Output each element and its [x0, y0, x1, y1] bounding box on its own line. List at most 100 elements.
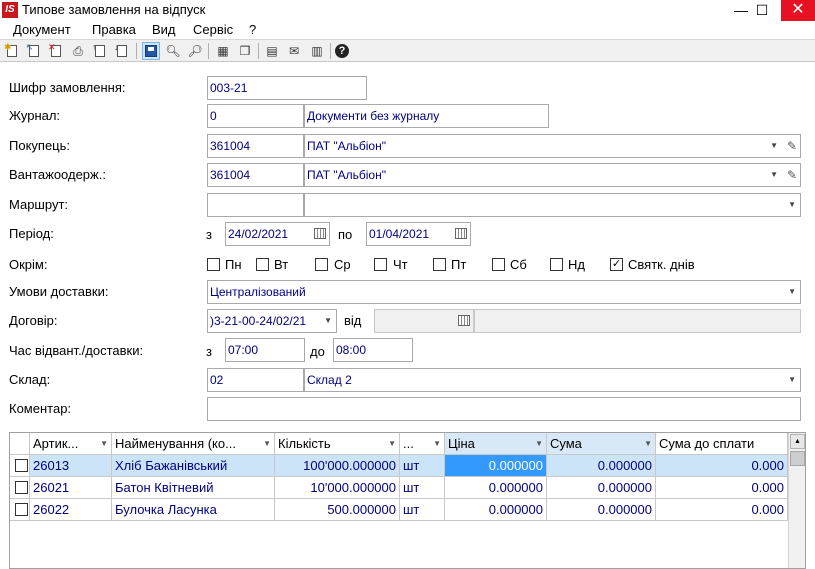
barcode-icon[interactable]: ▥	[308, 42, 326, 60]
cell-article[interactable]: 26013	[30, 455, 112, 477]
cell-name[interactable]: Батон Квітневий	[112, 477, 275, 499]
cell-price[interactable]: 0.000000	[445, 477, 547, 499]
checkbox-wed[interactable]	[315, 258, 328, 271]
header-to-pay[interactable]: Сума до сплати	[656, 433, 788, 455]
menu-view[interactable]: Вид	[152, 22, 176, 37]
warehouse-name-select[interactable]: Склад 2 ▼	[304, 368, 801, 392]
table-icon[interactable]: ▦	[214, 42, 232, 60]
cell-qty[interactable]: 100'000.000000	[275, 455, 400, 477]
cell-unit[interactable]: шт	[400, 477, 445, 499]
close-button[interactable]: ✕	[781, 0, 815, 21]
windows-icon[interactable]: ❐	[236, 42, 254, 60]
scroll-thumb[interactable]	[790, 451, 805, 466]
sort-icon[interactable]: ▼	[263, 433, 271, 454]
chevron-down-icon[interactable]: ▼	[788, 194, 796, 216]
find-next-icon[interactable]: 🔎︎	[186, 42, 204, 60]
contract-select[interactable]: )3-21-00-24/02/21 ▼	[207, 309, 337, 333]
header-article[interactable]: Артик... ▼	[30, 433, 112, 455]
checkbox-sun[interactable]	[550, 258, 563, 271]
menu-edit[interactable]: Правка	[92, 22, 136, 37]
row-checkbox[interactable]	[15, 481, 28, 494]
delivery-terms-select[interactable]: Централізований ▼	[207, 280, 801, 304]
cell-to-pay[interactable]: 0.000	[656, 455, 788, 477]
route-name-field[interactable]: ▼	[304, 193, 801, 217]
order-code-field[interactable]: 003-21	[207, 76, 367, 100]
cell-unit[interactable]: шт	[400, 455, 445, 477]
row-checkbox-cell[interactable]	[10, 477, 30, 499]
help-icon[interactable]: ?	[333, 42, 351, 60]
save-icon[interactable]	[142, 42, 160, 60]
copy-doc-icon[interactable]: ↖	[25, 42, 43, 60]
header-name[interactable]: Найменування (ко... ▼	[112, 433, 275, 455]
calculator-icon[interactable]: ▤	[263, 42, 281, 60]
journal-code-field[interactable]: 0	[207, 104, 304, 128]
header-price[interactable]: Ціна ▼	[445, 433, 547, 455]
cell-name[interactable]: Хліб Бажанівський	[112, 455, 275, 477]
pencil-icon[interactable]: ✎	[787, 135, 797, 157]
cell-unit[interactable]: шт	[400, 499, 445, 521]
row-checkbox-cell[interactable]	[10, 455, 30, 477]
mail-icon[interactable]: ✉	[285, 42, 303, 60]
maximize-button[interactable]: ☐	[748, 0, 776, 21]
cell-price[interactable]: 0.000000	[445, 455, 547, 477]
chevron-down-icon[interactable]: ▼	[788, 281, 796, 303]
header-unit[interactable]: ... ▼	[400, 433, 445, 455]
pencil-icon[interactable]: ✎	[787, 164, 797, 186]
export-doc-icon[interactable]: ↑	[91, 42, 109, 60]
checkbox-mon[interactable]	[207, 258, 220, 271]
route-code-field[interactable]	[207, 193, 304, 217]
comment-field[interactable]	[207, 397, 801, 421]
cell-to-pay[interactable]: 0.000	[656, 499, 788, 521]
buyer-name-field[interactable]: ПАТ "Альбіон" ▼ ✎	[304, 134, 801, 158]
warehouse-code-field[interactable]: 02	[207, 368, 304, 392]
cell-sum[interactable]: 0.000000	[547, 499, 656, 521]
chevron-down-icon[interactable]: ▼	[770, 135, 778, 157]
sort-icon[interactable]: ▼	[433, 433, 441, 454]
calendar-icon[interactable]	[455, 228, 467, 239]
chevron-down-icon[interactable]: ▼	[324, 310, 332, 332]
print-icon[interactable]: ⎙	[69, 42, 87, 60]
header-qty[interactable]: Кількість ▼	[275, 433, 400, 455]
find-icon[interactable]: 🔍︎	[164, 42, 182, 60]
scroll-up-icon[interactable]: ▲	[790, 434, 805, 449]
cell-qty[interactable]: 10'000.000000	[275, 477, 400, 499]
menu-help[interactable]: ?	[249, 22, 256, 37]
calendar-icon[interactable]	[314, 228, 326, 239]
cell-name[interactable]: Булочка Ласунка	[112, 499, 275, 521]
header-sum[interactable]: Сума ▼	[547, 433, 656, 455]
menu-document[interactable]: Документ	[13, 22, 71, 37]
import-doc-icon[interactable]: ↓	[113, 42, 131, 60]
sort-icon[interactable]: ▼	[100, 433, 108, 454]
cell-article[interactable]: 26022	[30, 499, 112, 521]
journal-name-field[interactable]: Документи без журналу	[304, 104, 549, 128]
sort-icon[interactable]: ▼	[388, 433, 396, 454]
sort-icon[interactable]: ▼	[535, 433, 543, 454]
buyer-code-field[interactable]: 361004	[207, 134, 304, 158]
delete-doc-icon[interactable]: ✕	[47, 42, 65, 60]
checkbox-tue[interactable]	[256, 258, 269, 271]
cell-price[interactable]: 0.000000	[445, 499, 547, 521]
sort-icon[interactable]: ▼	[644, 433, 652, 454]
new-doc-icon[interactable]: ✱	[3, 42, 21, 60]
row-checkbox-cell[interactable]	[10, 499, 30, 521]
checkbox-fri[interactable]	[433, 258, 446, 271]
chevron-down-icon[interactable]: ▼	[770, 164, 778, 186]
consignee-name-field[interactable]: ПАТ "Альбіон" ▼ ✎	[304, 163, 801, 187]
cell-qty[interactable]: 500.000000	[275, 499, 400, 521]
menu-service[interactable]: Сервіс	[193, 22, 233, 37]
cell-sum[interactable]: 0.000000	[547, 455, 656, 477]
cell-article[interactable]: 26021	[30, 477, 112, 499]
ship-time-to-field[interactable]: 08:00	[333, 338, 413, 362]
ship-time-from-field[interactable]: 07:00	[225, 338, 305, 362]
period-to-field[interactable]: 01/04/2021	[366, 222, 471, 246]
vertical-scrollbar[interactable]: ▲	[788, 433, 805, 568]
row-checkbox[interactable]	[15, 459, 28, 472]
row-checkbox[interactable]	[15, 503, 28, 516]
cell-to-pay[interactable]: 0.000	[656, 477, 788, 499]
checkbox-thu[interactable]	[374, 258, 387, 271]
checkbox-holidays[interactable]: ✓	[610, 258, 623, 271]
period-from-field[interactable]: 24/02/2021	[225, 222, 330, 246]
checkbox-sat[interactable]	[492, 258, 505, 271]
chevron-down-icon[interactable]: ▼	[788, 369, 796, 391]
consignee-code-field[interactable]: 361004	[207, 163, 304, 187]
